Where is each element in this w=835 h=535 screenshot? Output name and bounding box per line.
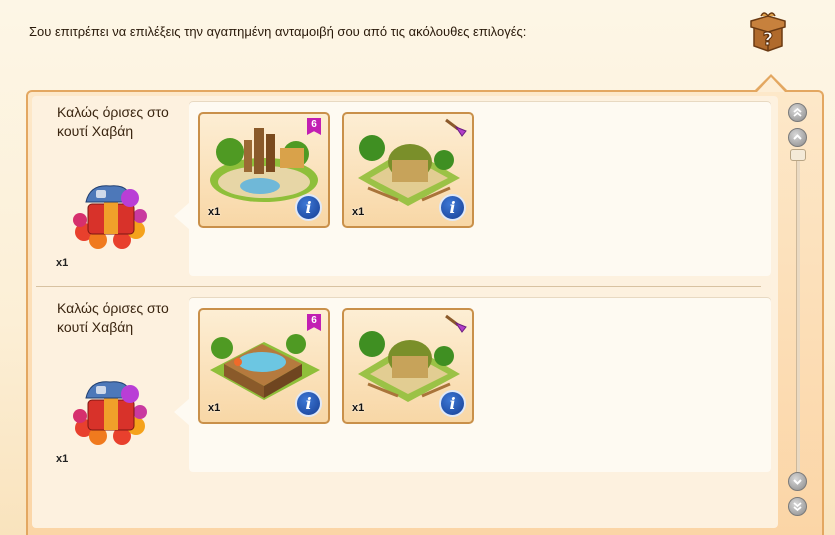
hawaii-box-icon[interactable] <box>70 180 150 252</box>
scroll-top-button[interactable] <box>788 103 807 122</box>
row-divider <box>36 286 761 287</box>
info-button[interactable]: i <box>439 390 466 417</box>
scroll-bottom-button[interactable] <box>788 497 807 516</box>
double-chevron-down-icon <box>793 502 802 512</box>
paintbrush-icon <box>445 314 467 333</box>
reward-quantity: x1 <box>208 206 221 218</box>
row-title: Καλώς όρισες στο κουτί Χαβάη <box>57 300 169 335</box>
svg-text:?: ? <box>763 29 773 50</box>
info-button[interactable]: i <box>295 194 322 221</box>
reward-quantity: x1 <box>208 402 221 414</box>
reward-card-tiki-totem[interactable]: 6 x1 i <box>198 112 330 228</box>
row-quantity: x1 <box>56 257 69 269</box>
reward-card-hot-tub[interactable]: 6 x1 i <box>198 308 330 424</box>
row-quantity: x1 <box>56 453 69 465</box>
info-button[interactable]: i <box>439 194 466 221</box>
double-chevron-up-icon <box>793 107 802 117</box>
chevron-up-icon <box>793 134 802 140</box>
hawaii-box-icon[interactable] <box>70 376 150 448</box>
reward-card-hut[interactable]: x1 i <box>342 308 474 424</box>
reward-quantity: x1 <box>352 206 365 218</box>
scroll-up-button[interactable] <box>788 128 807 147</box>
scroll-track[interactable] <box>796 154 800 472</box>
scroll-down-button[interactable] <box>788 472 807 491</box>
reward-quantity: x1 <box>352 402 365 414</box>
chevron-down-icon <box>793 479 802 485</box>
mystery-gift-icon[interactable]: ? <box>748 10 788 52</box>
row-title: Καλώς όρισες στο κουτί Χαβάη <box>57 104 169 139</box>
scroll-thumb[interactable] <box>790 149 806 161</box>
paintbrush-icon <box>445 118 467 137</box>
info-button[interactable]: i <box>295 390 322 417</box>
instruction-text: Σου επιτρέπει να επιλέξεις την αγαπημένη… <box>29 24 527 39</box>
reward-card-hut[interactable]: x1 i <box>342 112 474 228</box>
